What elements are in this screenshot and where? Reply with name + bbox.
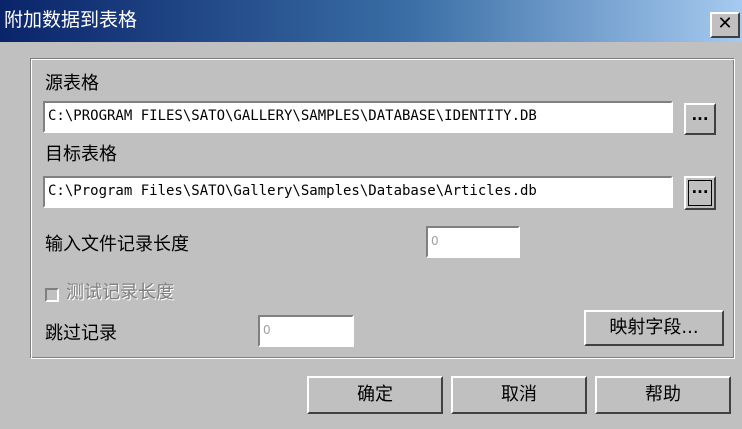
cancel-label: 取消 (501, 384, 537, 405)
map-fields-label: 映射字段... (609, 317, 699, 338)
record-length-label: 输入文件记录长度 (45, 234, 189, 255)
close-button[interactable]: ✕ (710, 12, 740, 38)
dialog-title: 附加数据到表格 (4, 9, 138, 31)
skip-records-label: 跳过记录 (45, 323, 117, 344)
help-label: 帮助 (645, 384, 681, 405)
cancel-button[interactable]: 取消 (451, 376, 587, 414)
ellipsis-icon: ... (691, 179, 709, 197)
target-browse-button[interactable]: ... (684, 176, 716, 210)
title-bar[interactable]: 附加数据到表格 ✕ (0, 0, 742, 42)
source-table-input[interactable]: C:\PROGRAM FILES\SATO\GALLERY\SAMPLES\DA… (43, 101, 673, 133)
skip-records-input[interactable]: 0 (258, 315, 354, 347)
ellipsis-icon: ... (691, 106, 709, 124)
dialog-body: 源表格 C:\PROGRAM FILES\SATO\GALLERY\SAMPLE… (0, 42, 742, 429)
target-table-label: 目标表格 (45, 144, 117, 165)
ok-button[interactable]: 确定 (307, 376, 443, 414)
map-fields-button[interactable]: 映射字段... (584, 310, 724, 346)
close-icon: ✕ (717, 13, 733, 34)
append-data-dialog: 附加数据到表格 ✕ 源表格 C:\PROGRAM FILES\SATO\GALL… (0, 0, 742, 429)
test-record-checkbox[interactable] (45, 288, 59, 302)
record-length-input[interactable]: 0 (426, 226, 520, 258)
help-button[interactable]: 帮助 (595, 376, 731, 414)
target-table-input[interactable]: C:\Program Files\SATO\Gallery\Samples\Da… (43, 176, 673, 208)
source-table-label: 源表格 (45, 73, 99, 94)
test-record-label: 测试记录长度 (66, 282, 174, 303)
source-browse-button[interactable]: ... (684, 103, 716, 135)
ok-label: 确定 (357, 384, 393, 405)
